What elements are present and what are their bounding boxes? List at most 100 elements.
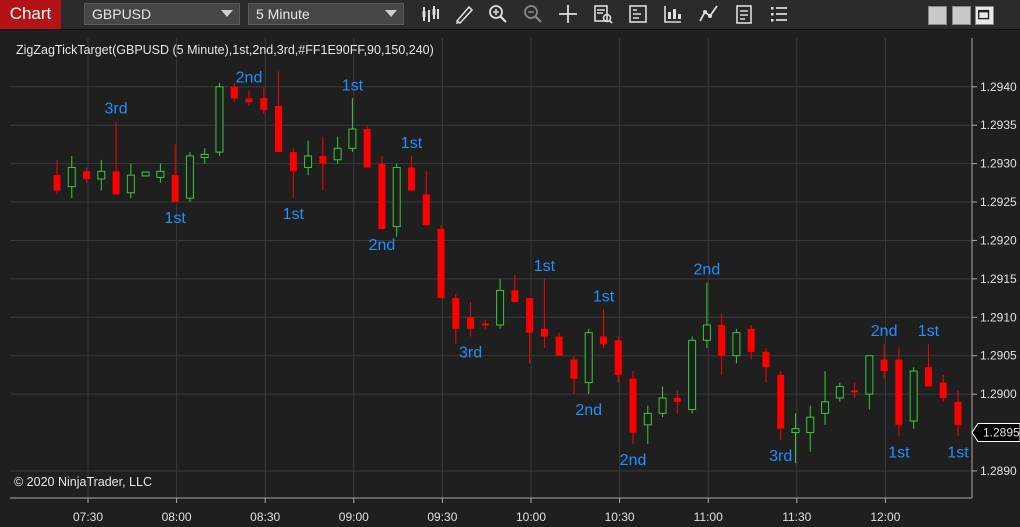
candle-body	[215, 86, 224, 153]
candles	[53, 71, 962, 464]
candle-body	[673, 397, 681, 402]
candle-body	[643, 412, 652, 426]
candle-body	[732, 332, 741, 357]
zigzag-label: 2nd	[694, 262, 721, 279]
candle-body	[570, 359, 578, 379]
candle-body	[53, 175, 61, 191]
candle-body	[156, 170, 165, 178]
candle-body	[555, 336, 563, 356]
candle-body	[895, 359, 903, 425]
copyright-text: © 2020 NinjaTrader, LLC	[14, 475, 152, 489]
zigzag-label: 1st	[947, 444, 969, 461]
candle-body	[702, 324, 711, 341]
candle-body	[97, 170, 106, 180]
zigzag-label: 1st	[918, 323, 940, 340]
candle-body	[171, 175, 179, 203]
zigzag-labels: 3rd 1st 2nd 1st 1st 2nd 1st 3rd 1st 2nd 1st 2nd 2nd 3…	[105, 70, 970, 469]
time-tick-label: 12:00	[870, 510, 900, 524]
candle-body	[363, 129, 371, 168]
candle-body	[851, 390, 859, 393]
zigzag-label: 2nd	[871, 323, 898, 340]
candle-body	[378, 163, 386, 229]
candle-body	[924, 367, 932, 387]
candle-body	[185, 155, 194, 199]
price-tick-label: 1.2925	[980, 195, 1017, 209]
candle-body	[275, 105, 283, 153]
candle-body	[806, 416, 815, 434]
candle-body	[658, 397, 667, 414]
candle-body	[200, 153, 209, 158]
candle-body	[540, 328, 548, 337]
candle-body	[821, 401, 830, 414]
candle-body	[614, 340, 622, 375]
price-chart[interactable]: 3rd 1st 2nd 1st 1st 2nd 1st 3rd 1st 2nd 1st 2nd 2nd 3…	[0, 0, 1020, 527]
candle-body	[348, 128, 357, 149]
price-tick-label: 1.2900	[980, 387, 1017, 401]
time-tick-label: 11:30	[782, 510, 811, 524]
candle-body	[392, 166, 401, 228]
indicator-label: ZigZagTickTarget(GBPUSD (5 Minute),1st,2…	[16, 43, 434, 57]
price-tick-label: 1.2930	[980, 157, 1017, 171]
zigzag-label: 1st	[534, 258, 556, 275]
candle-body	[333, 147, 342, 161]
candle-body	[467, 317, 475, 329]
candle-body	[629, 378, 637, 433]
price-tick-label: 1.2920	[980, 233, 1017, 247]
candle-body	[747, 328, 755, 352]
zigzag-label: 1st	[401, 135, 423, 152]
time-tick-label: 07:30	[73, 510, 103, 524]
candle-body	[304, 155, 313, 168]
candle-body	[481, 323, 489, 326]
candle-body	[112, 171, 120, 195]
time-tick-label: 10:00	[516, 510, 546, 524]
price-tick-label: 1.2910	[980, 310, 1017, 324]
candle-body	[496, 289, 505, 326]
time-tick-label: 10:30	[605, 510, 635, 524]
time-tick-label: 09:30	[427, 510, 457, 524]
zigzag-label: 2nd	[236, 70, 263, 87]
zigzag-label: 1st	[888, 444, 910, 461]
zigzag-label: 1st	[283, 206, 305, 223]
candle-body	[777, 374, 785, 429]
zigzag-label: 2nd	[369, 237, 396, 254]
candle-body	[865, 355, 874, 395]
candle-body	[437, 228, 445, 299]
zigzag-label: 3rd	[769, 448, 792, 465]
candle-body	[422, 194, 430, 226]
candle-body	[83, 171, 91, 179]
candle-body	[909, 370, 918, 422]
candle-body	[599, 336, 607, 345]
zigzag-label: 2nd	[620, 452, 647, 469]
candle-body	[452, 298, 460, 329]
candle-body	[319, 155, 327, 164]
candle-body	[880, 359, 888, 372]
candle-body	[126, 174, 135, 194]
candle-body	[939, 382, 947, 398]
candle-body	[584, 332, 593, 384]
candle-body	[718, 324, 726, 356]
candle-body	[954, 401, 962, 425]
current-price-label: 1.2895	[983, 426, 1020, 440]
price-tick-label: 1.2890	[980, 464, 1017, 478]
time-tick-label: 11:00	[694, 510, 723, 524]
price-tick-label: 1.2905	[980, 349, 1017, 363]
time-tick-label: 08:30	[250, 510, 280, 524]
candle-body	[289, 152, 297, 172]
candle-body	[762, 351, 770, 368]
candle-body	[260, 98, 268, 110]
candle-body	[407, 167, 415, 191]
candle-body	[67, 166, 76, 188]
zigzag-label: 3rd	[459, 344, 482, 361]
zigzag-label: 2nd	[575, 402, 602, 419]
candle-body	[835, 385, 844, 399]
zigzag-label: 3rd	[105, 100, 128, 117]
zigzag-label: 1st	[164, 210, 186, 227]
time-tick-label: 09:00	[339, 510, 369, 524]
time-tick-label: 08:00	[162, 510, 192, 524]
price-tick-label: 1.2915	[980, 272, 1017, 286]
price-tick-label: 1.2935	[980, 118, 1017, 132]
price-tick-label: 1.2940	[980, 80, 1017, 94]
candle-body	[511, 290, 519, 302]
zigzag-label: 1st	[342, 77, 364, 94]
zigzag-label: 1st	[593, 289, 615, 306]
